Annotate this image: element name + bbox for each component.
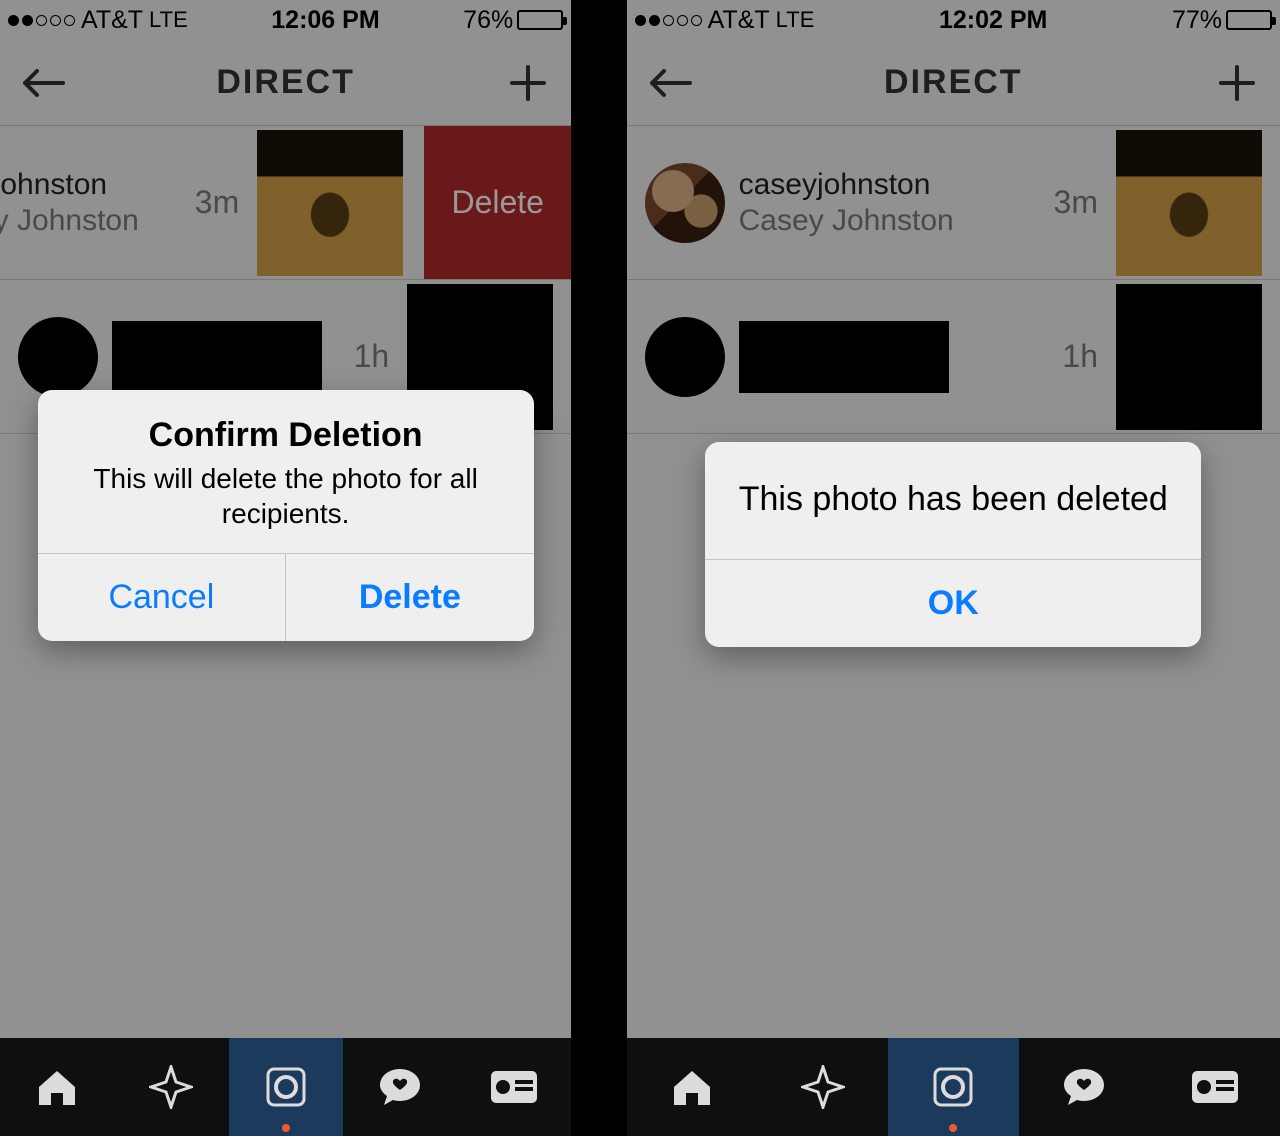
notification-dot-icon — [949, 1124, 957, 1132]
heart-bubble-icon — [1060, 1065, 1108, 1109]
ok-button[interactable]: OK — [705, 560, 1201, 647]
tab-camera[interactable] — [888, 1038, 1019, 1136]
tab-home[interactable] — [0, 1038, 114, 1136]
camera-icon — [929, 1063, 977, 1111]
tab-bar — [627, 1038, 1280, 1136]
profile-card-icon — [489, 1069, 539, 1105]
tab-profile[interactable] — [1149, 1038, 1280, 1136]
tab-activity[interactable] — [1019, 1038, 1150, 1136]
home-icon — [35, 1067, 79, 1107]
deleted-dialog: This photo has been deleted OK — [705, 442, 1201, 647]
tab-profile[interactable] — [457, 1038, 571, 1136]
tab-home[interactable] — [627, 1038, 758, 1136]
phone-left: AT&T LTE 12:06 PM 76% DIRECT eyjohnston … — [0, 0, 571, 1136]
notification-dot-icon — [282, 1124, 290, 1132]
delete-confirm-button[interactable]: Delete — [286, 554, 534, 641]
profile-card-icon — [1190, 1069, 1240, 1105]
tab-camera[interactable] — [229, 1038, 343, 1136]
compass-icon — [801, 1065, 845, 1109]
tab-bar — [0, 1038, 571, 1136]
phone-right: AT&T LTE 12:02 PM 77% DIRECT caseyjohnst… — [627, 0, 1280, 1136]
heart-bubble-icon — [376, 1065, 424, 1109]
tab-explore[interactable] — [114, 1038, 228, 1136]
dialog-title: This photo has been deleted — [729, 480, 1177, 519]
confirm-delete-dialog: Confirm Deletion This will delete the ph… — [38, 390, 534, 641]
tab-activity[interactable] — [343, 1038, 457, 1136]
screenshot-divider — [599, 0, 626, 1136]
cancel-button[interactable]: Cancel — [38, 554, 287, 641]
tab-explore[interactable] — [757, 1038, 888, 1136]
compass-icon — [149, 1065, 193, 1109]
home-icon — [670, 1067, 714, 1107]
dialog-message: This will delete the photo for all recip… — [62, 461, 510, 531]
dialog-title: Confirm Deletion — [62, 416, 510, 455]
camera-icon — [262, 1063, 310, 1111]
